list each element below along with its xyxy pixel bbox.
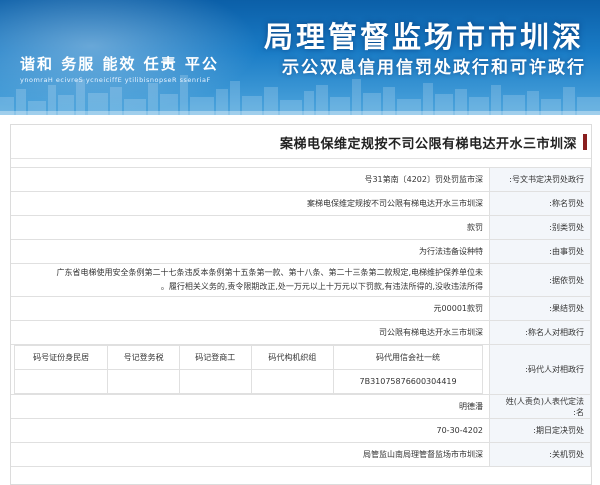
decision-number-label: 行政处罚决定书文号:: [489, 167, 591, 192]
business-reg-header: 工商登记码: [178, 345, 252, 370]
penalty-basis-line-2: 履行相关义务的,责令限期改正,处一万元以上十万元以下罚款,有违法所得的,没收违法…: [160, 282, 483, 291]
table-row: 深圳市三水开达电梯有限公司 行政相对人名称:: [11, 320, 591, 345]
tax-reg-value: [107, 369, 180, 394]
decision-date-value: 2024-03-07: [11, 418, 490, 443]
party-name-label: 行政相对人名称:: [489, 320, 591, 345]
penalty-reason-value: 特种设备违法行为: [11, 239, 490, 264]
party-name-value: 深圳市三水开达电梯有限公司: [11, 320, 490, 345]
title-accent-bar: [583, 134, 587, 150]
motto-english: Fairness Responsibility Efficiency Servi…: [20, 76, 211, 84]
decision-date-label: 处罚决定日期:: [489, 418, 591, 443]
record-card: 深圳市三水开达电梯有限公司不按规定维保电梯案 深市监罚处罚〔2024〕南第13号…: [10, 124, 592, 485]
party-code-table: 居民身份证号码 税务登记号 工商登记码 组织机构代码 统一社会信用代码 9144…: [13, 345, 483, 394]
business-reg-value: [178, 369, 252, 394]
credit-code-header: 统一社会信用代码: [333, 345, 483, 370]
table-row: 居民身份证号码 税务登记号 工商登记码 组织机构代码 统一社会信用代码 9144…: [11, 344, 591, 395]
org-code-header: 组织机构代码: [250, 345, 335, 370]
penalty-info-table: 深市监罚处罚〔2024〕南第13号 行政处罚决定书文号: 深圳市三水开达电梯有限…: [11, 167, 591, 467]
penalty-type-label: 处罚类别:: [489, 215, 591, 240]
site-subtitle: 行政许可和行政处罚信用信息双公示: [282, 58, 586, 78]
table-row: 潘德明 法定代表人(负责人)姓名:: [11, 394, 591, 419]
penalty-name-value: 深圳市三水开达电梯有限公司不按规定维保电梯案: [11, 191, 490, 216]
motto: 公平 责任 效能 服务 和谐: [20, 55, 219, 73]
party-code-label: 行政相对人代码:: [489, 344, 591, 395]
penalty-authority-label: 处罚机关:: [489, 442, 591, 467]
decision-number-value: 深市监罚处罚〔2024〕南第13号: [11, 167, 490, 192]
table-row: 罚款 处罚类别:: [11, 215, 591, 240]
penalty-basis-label: 处罚依据:: [489, 263, 591, 297]
table-row: 深圳市三水开达电梯有限公司不按规定维保电梯案 处罚名称:: [11, 191, 591, 216]
table-row: 2024-03-07 处罚决定日期:: [11, 418, 591, 443]
header-banner: 深圳市市场监督管理局 行政许可和行政处罚信用信息双公示 公平 责任 效能 服务 …: [0, 0, 600, 115]
id-card-value: [13, 369, 109, 394]
party-code-cell: 居民身份证号码 税务登记号 工商登记码 组织机构代码 统一社会信用代码 9144…: [11, 344, 490, 395]
penalty-reason-label: 处罚事由:: [489, 239, 591, 264]
title-divider: [11, 158, 591, 159]
party-code-value-row: 91440300667857013B7: [13, 369, 483, 394]
record-title: 深圳市三水开达电梯有限公司不按规定维保电梯案: [279, 137, 577, 152]
legal-rep-label: 法定代表人(负责人)姓名:: [489, 394, 591, 419]
penalty-basis-value: 广东省电梯使用安全条例第二十七条违反本条例第十五条第一款、第十八条、第二十三条第…: [11, 263, 490, 297]
table-row: 特种设备违法行为 处罚事由:: [11, 239, 591, 264]
id-card-header: 居民身份证号码: [13, 345, 109, 370]
penalty-result-label: 处罚结果:: [489, 296, 591, 321]
penalty-type-value: 罚款: [11, 215, 490, 240]
penalty-result-value: 罚款10000元: [11, 296, 490, 321]
tax-reg-header: 税务登记号: [107, 345, 180, 370]
table-row: 深圳市市场监督管理局南山监管局 处罚机关:: [11, 442, 591, 467]
site-title: 深圳市市场监督管理局: [263, 20, 584, 54]
table-row: 广东省电梯使用安全条例第二十七条违反本条例第十五条第一款、第十八条、第二十三条第…: [11, 263, 591, 297]
credit-code-value: 91440300667857013B7: [333, 369, 483, 394]
penalty-basis-line-1: 广东省电梯使用安全条例第二十七条违反本条例第十五条第一款、第十八条、第二十三条第…: [56, 268, 483, 277]
legal-rep-value: 潘德明: [11, 394, 490, 419]
penalty-authority-value: 深圳市市场监督管理局南山监管局: [11, 442, 490, 467]
org-code-value: [250, 369, 335, 394]
party-code-header-row: 居民身份证号码 税务登记号 工商登记码 组织机构代码 统一社会信用代码: [13, 345, 483, 370]
table-row: 罚款10000元 处罚结果:: [11, 296, 591, 321]
table-row: 深市监罚处罚〔2024〕南第13号 行政处罚决定书文号:: [11, 167, 591, 192]
penalty-name-label: 处罚名称:: [489, 191, 591, 216]
